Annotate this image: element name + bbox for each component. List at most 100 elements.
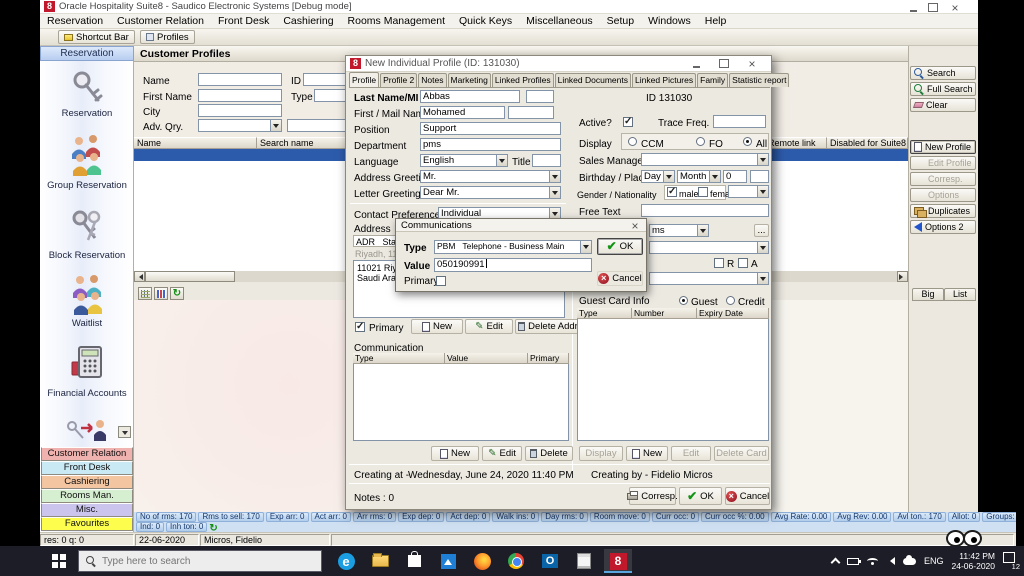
comm-edit-button[interactable]: Edit: [482, 446, 522, 461]
sidebar-section-favourites[interactable]: Favourites: [41, 517, 133, 531]
dialog-tab[interactable]: Profile 2: [380, 73, 417, 87]
chevron-down-icon[interactable]: [496, 155, 507, 166]
chevron-down-icon[interactable]: [757, 186, 768, 197]
comm-ok-button[interactable]: OK: [597, 238, 643, 255]
dialog-tab[interactable]: Notes: [418, 73, 446, 87]
tray-expand-icon[interactable]: [831, 558, 841, 568]
duplicates-button[interactable]: Duplicates: [910, 204, 976, 218]
close-icon[interactable]: [745, 58, 759, 69]
comm-col-value[interactable]: Value: [445, 353, 528, 364]
dialog-tab[interactable]: Linked Pictures: [632, 73, 696, 87]
comm-type-combo[interactable]: PBM Telephone - Business Main: [434, 240, 592, 254]
female-checkbox[interactable]: [698, 187, 708, 197]
onedrive-icon[interactable]: [903, 558, 916, 565]
department-input[interactable]: pms: [420, 138, 561, 151]
birthday-month-combo[interactable]: Month: [677, 170, 721, 183]
taskbar-firefox[interactable]: [468, 549, 496, 573]
display-all-radio[interactable]: [743, 137, 752, 146]
chevron-down-icon[interactable]: [709, 171, 720, 182]
display-fo-radio[interactable]: [696, 137, 705, 146]
adv-qry-combo[interactable]: [198, 119, 282, 132]
menu-item[interactable]: Setup: [600, 15, 641, 27]
maximize-icon[interactable]: [717, 58, 731, 69]
address-edit-button[interactable]: Edit: [465, 319, 513, 334]
dialog-tab[interactable]: Family: [697, 73, 728, 87]
chevron-down-icon[interactable]: [549, 187, 560, 198]
language-combo[interactable]: English: [420, 154, 508, 167]
chevron-down-icon[interactable]: [757, 242, 768, 253]
chevron-down-icon[interactable]: [270, 120, 281, 131]
taskbar-outlook[interactable]: [536, 549, 564, 573]
taskbar-editor[interactable]: [570, 549, 598, 573]
menu-item[interactable]: Customer Relation: [110, 15, 211, 27]
clock[interactable]: 11:42 PM24-06-2020: [952, 551, 995, 571]
menu-item[interactable]: Cashiering: [276, 15, 340, 27]
first-name-input[interactable]: [198, 89, 282, 102]
sidebar-item-waitlist[interactable]: Waitlist: [40, 274, 134, 329]
battery-icon[interactable]: [847, 558, 859, 565]
chevron-down-icon[interactable]: [757, 154, 768, 165]
view-tab-big[interactable]: Big: [912, 288, 944, 301]
birthday-year-input[interactable]: 0: [723, 170, 747, 183]
communication-table[interactable]: [353, 353, 569, 441]
refresh-button[interactable]: [170, 287, 184, 300]
sidebar-item-block-reservation[interactable]: Block Reservation: [40, 208, 134, 261]
address-new-button[interactable]: New: [411, 319, 463, 334]
comm-col-primary[interactable]: Primary: [528, 353, 569, 364]
options2-button[interactable]: Options 2: [910, 220, 976, 234]
last-name-input[interactable]: Abbas: [420, 90, 520, 103]
sidebar-header[interactable]: Reservation: [40, 46, 134, 61]
birthday-day-combo[interactable]: Day: [641, 170, 675, 183]
grid-header-disabled[interactable]: Disabled for Suite8 Central: [827, 137, 908, 149]
shortcut-bar-button[interactable]: Shortcut Bar: [58, 30, 135, 44]
scroll-right-icon[interactable]: [897, 271, 908, 282]
card-display-button[interactable]: Display: [579, 446, 623, 461]
sidebar-item-group-reservation[interactable]: Group Reservation: [40, 134, 134, 191]
address-greeting-combo[interactable]: Mr.: [420, 170, 561, 183]
guest-card-table[interactable]: [577, 308, 769, 441]
options-button[interactable]: Options: [910, 188, 976, 202]
scroll-left-icon[interactable]: [134, 271, 145, 282]
grid-view-button[interactable]: [138, 287, 152, 300]
notification-badge[interactable]: 12: [1003, 552, 1020, 571]
chevron-down-icon[interactable]: [549, 171, 560, 182]
chevron-down-icon[interactable]: [697, 225, 708, 236]
grid-header-name[interactable]: Name: [134, 137, 257, 149]
search-input[interactable]: [102, 556, 292, 567]
taskbar-edge[interactable]: [332, 549, 360, 573]
sidebar-item-financial-accounts[interactable]: Financial Accounts: [40, 344, 134, 399]
taskbar-suite8[interactable]: [604, 549, 632, 573]
dialog-cancel-button[interactable]: Cancel: [725, 487, 770, 505]
extra-combo-3[interactable]: [649, 272, 769, 285]
comm-primary-checkbox[interactable]: [436, 276, 446, 286]
dialog-tab[interactable]: Marketing: [448, 73, 491, 87]
dialog-tab[interactable]: Linked Documents: [555, 73, 631, 87]
taskbar-explorer[interactable]: [366, 549, 394, 573]
taskbar-search[interactable]: [78, 550, 322, 572]
comm-value-input[interactable]: 050190991: [434, 258, 592, 272]
male-checkbox[interactable]: [667, 187, 677, 197]
city-input[interactable]: [198, 104, 282, 117]
status-refresh-icon[interactable]: [209, 522, 217, 532]
menu-item[interactable]: Help: [698, 15, 734, 27]
comm-extra-combo[interactable]: ms: [649, 224, 709, 237]
new-profile-button[interactable]: New Profile: [910, 140, 976, 154]
position-input[interactable]: Support: [420, 122, 561, 135]
active-checkbox[interactable]: [623, 117, 633, 127]
sidebar-section-customer-relation[interactable]: Customer Relation: [41, 447, 133, 461]
sort-button[interactable]: [154, 287, 168, 300]
extra-combo-2[interactable]: [649, 241, 769, 254]
letter-greeting-combo[interactable]: Dear Mr.: [420, 186, 561, 199]
menu-item[interactable]: Reservation: [40, 15, 110, 27]
free-text-input[interactable]: [641, 204, 769, 217]
chevron-down-icon[interactable]: [757, 273, 768, 284]
clear-button[interactable]: Clear: [910, 98, 976, 112]
sidebar-item-reservation[interactable]: Reservation: [40, 70, 134, 119]
trace-freq-input[interactable]: [713, 115, 766, 128]
address-delete-button[interactable]: Delete Addr: [515, 319, 581, 334]
minimize-icon[interactable]: [906, 2, 920, 13]
sidebar-section-front-desk[interactable]: Front Desk: [41, 461, 133, 475]
taskbar-photos[interactable]: [434, 549, 462, 573]
birthplace-input[interactable]: [750, 170, 769, 183]
start-button[interactable]: [52, 554, 67, 569]
